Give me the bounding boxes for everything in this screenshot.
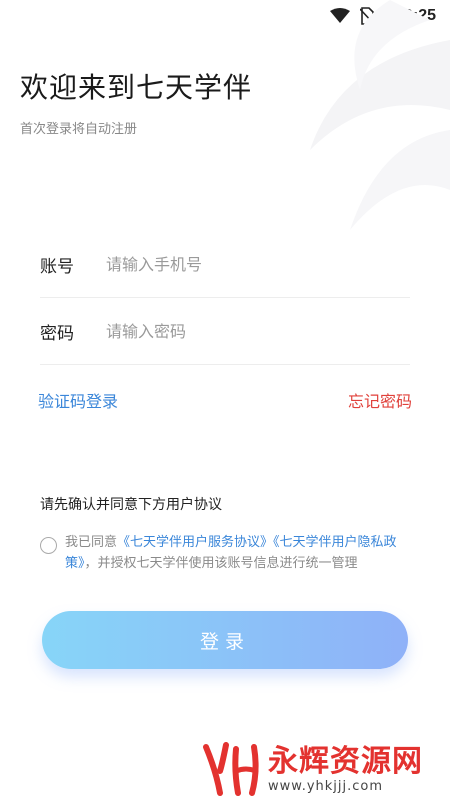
password-row: 密码: [40, 299, 410, 365]
agreement-checkbox[interactable]: [40, 537, 57, 554]
account-row: 账号: [40, 232, 410, 298]
phone-input[interactable]: [106, 255, 410, 274]
agreement-suffix: ，并授权七天学伴使用该账号信息进行统一管理: [84, 556, 358, 571]
no-sim-icon: [359, 7, 374, 25]
login-button[interactable]: 登录: [42, 611, 408, 669]
watermark: 永辉资源网 www.yhkjjj.com: [200, 738, 450, 800]
page-title: 欢迎来到七天学伴: [20, 71, 253, 104]
status-time: 9:25: [403, 7, 436, 24]
watermark-text: 永辉资源网 www.yhkjjj.com: [268, 743, 423, 794]
agreement-row: 我已同意《七天学伴用户服务协议》《七天学伴用户隐私政策》，并授权七天学伴使用该账…: [40, 532, 410, 574]
link-row: 验证码登录 忘记密码: [38, 388, 412, 412]
account-label: 账号: [40, 257, 74, 277]
forgot-password-link[interactable]: 忘记密码: [348, 388, 412, 412]
watermark-url: www.yhkjjj.com: [268, 778, 384, 794]
battery-charging-icon: [383, 7, 394, 25]
agreement-title: 请先确认并同意下方用户协议: [40, 497, 222, 513]
background-decoration: [310, 0, 450, 230]
password-input[interactable]: [106, 322, 410, 341]
status-bar: 9:25: [0, 0, 450, 32]
agreement-text: 我已同意《七天学伴用户服务协议》《七天学伴用户隐私政策》，并授权七天学伴使用该账…: [65, 532, 410, 574]
service-agreement-link[interactable]: 《七天学伴用户服务协议》: [117, 535, 273, 550]
watermark-name: 永辉资源网: [268, 743, 423, 779]
sms-login-link[interactable]: 验证码登录: [38, 388, 118, 412]
page-subtitle: 首次登录将自动注册: [20, 122, 138, 137]
password-label: 密码: [40, 324, 74, 344]
wifi-icon: [329, 8, 350, 23]
agreement-prefix: 我已同意: [65, 535, 118, 550]
watermark-logo-icon: [203, 742, 259, 796]
